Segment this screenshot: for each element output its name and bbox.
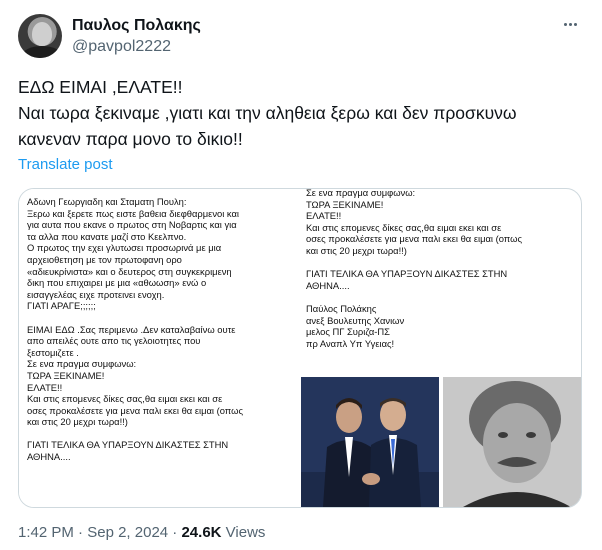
tweet-meta: 1:42 PM · Sep 2, 2024 · 24.6K Views: [18, 524, 265, 541]
document-line: εισαγγελέας ειχε προτεινει ενοχη.: [27, 288, 165, 300]
document-line: ΕΛΑΤΕ!!: [306, 210, 342, 222]
document-line: και στις 20 μεχρι τωρα!!): [306, 244, 407, 256]
document-line: Και στις επομενες δίκες σας,θα ειμαι εκε…: [306, 221, 502, 233]
document-line: αρχειοθετηση με τον πρωτοφανη ορο: [27, 253, 182, 265]
tweet-text: ΕΔΩ ΕΙΜΑΙ ,ΕΛΑΤΕ!! Ναι τωρα ξεκιναμε ,γι…: [18, 74, 588, 152]
tweet-line: ΕΔΩ ΕΙΜΑΙ ,ΕΛΑΤΕ!!: [18, 77, 183, 97]
left-document-text: Αδωνη Γεωργιαδη και Σταματη Πουλη: Ξερω κ…: [27, 196, 243, 463]
more-options-icon[interactable]: [558, 14, 582, 34]
document-line: ΓΙΑΤΙ ΤΕΛΙΚΑ ΘΑ ΥΠΑΡΞΟΥΝ ΔΙΚΑΣΤΕΣ ΣΤΗΝ: [27, 439, 229, 451]
right-document-text: Σε ενα πραγμα συμφωνω: ΤΩΡΑ ΞΕΚΙΝΑΜΕ! ΕΛΑΤ…: [306, 188, 522, 349]
views-count: 24.6K: [181, 524, 222, 541]
avatar-shoulders: [22, 46, 62, 58]
document-line: ΓΙΑΤΙ ΤΕΛΙΚΑ ΘΑ ΥΠΑΡΞΟΥΝ ΔΙΚΑΣΤΕΣ ΣΤΗΝ: [306, 268, 508, 280]
avatar-face: [32, 22, 52, 46]
photo-portrait-man: [443, 377, 581, 507]
document-line: ΤΩΡΑ ΞΕΚΙΝΑΜΕ!: [306, 198, 384, 210]
document-line: Ξερω και ξερετε πως ειστε βαθεια διεφθαρ…: [27, 207, 239, 219]
document-line: τα αλλα που κανατε μαζί στο Κεελπνο.: [27, 230, 187, 242]
document-line: ΑΘΗΝΑ....: [306, 279, 350, 291]
dot: [568, 22, 572, 26]
document-line: οσες προκαλέσετε για μενα παλι εκει θα ε…: [306, 233, 522, 245]
tweet-date[interactable]: Sep 2, 2024: [87, 524, 168, 541]
document-line: ΑΘΗΝΑ....: [27, 451, 71, 463]
media-grid[interactable]: Αδωνη Γεωργιαδη και Σταματη Πουλη: Ξερω κ…: [18, 188, 582, 508]
document-line: οσες προκαλέσετε για μενα παλι εκει θα ε…: [27, 404, 243, 416]
document-line: ΕΙΜΑΙ ΕΔΩ .Σας περιμενω .Δεν καταλαβαίνω…: [27, 323, 236, 335]
author-display-name[interactable]: Παυλος Πολακης: [72, 17, 201, 35]
document-line: ΕΛΑΤΕ!!: [27, 381, 63, 393]
document-line: ξεστομιζετε .: [27, 346, 79, 358]
photo-two-men-drawing: [301, 377, 439, 507]
photo-portrait-drawing: [443, 377, 581, 507]
views-label: Views: [225, 524, 266, 541]
document-line: Ο πρωτος την εχει γλυτωσει προσωρινά με …: [27, 242, 222, 254]
document-line: ανεξ Βουλευτης Χανιων: [306, 314, 405, 326]
dot: [563, 22, 567, 26]
document-line: δικη που επιχαιρει με μια «αθωωση» ενώ ο: [27, 277, 207, 289]
author-handle[interactable]: @pavpol2222: [72, 38, 171, 56]
document-line: ΓΙΑΤΙ ΑΡΑΓΕ;;;;;;: [27, 300, 96, 312]
document-line: για αυτα που εκανε ο πρωτος στη Νοβαρτις…: [27, 219, 237, 231]
media-image-right-document[interactable]: Σε ενα πραγμα συμφωνω: ΤΩΡΑ ΞΕΚΙΝΑΜΕ! ΕΛΑΤ…: [300, 189, 581, 507]
document-line: Παύλος Πολάκης: [306, 302, 377, 314]
tweet-time[interactable]: 1:42 PM: [18, 524, 74, 541]
media-image-left-document[interactable]: Αδωνη Γεωργιαδη και Σταματη Πουλη: Ξερω κ…: [19, 189, 298, 507]
document-line: μελος ΠΓ Συριζα-ΠΣ: [306, 326, 390, 338]
meta-separator: ·: [78, 524, 84, 541]
document-line: πρ Αναπλ Υπ Υγειας!: [306, 337, 395, 349]
document-line: Σε ενα πραγμα συμφωνω:: [306, 188, 416, 198]
dot: [573, 22, 577, 26]
photo-two-men-handshake: [301, 377, 439, 507]
document-line: Σε ενα πραγμα συμφωνω:: [27, 358, 137, 370]
meta-separator: ·: [172, 524, 178, 541]
avatar[interactable]: [18, 14, 62, 58]
document-line: Και στις επομενες δίκες σας,θα ειμαι εκε…: [27, 393, 223, 405]
tweet-line: κανεναν παρα μονο το δικιο!!: [18, 129, 243, 149]
document-line: Αδωνη Γεωργιαδη και Σταματη Πουλη:: [27, 196, 187, 207]
translate-post-link[interactable]: Translate post: [18, 156, 113, 173]
document-line: «αδιευκρίνιστα» και ο δευτερος στη συγκε…: [27, 265, 232, 277]
tweet-line: Ναι τωρα ξεκιναμε ,γιατι και την αληθεια…: [18, 103, 517, 123]
document-line: απο απειλές ουτε απο τις γελοιοτητες που: [27, 335, 201, 347]
document-line: ΤΩΡΑ ΞΕΚΙΝΑΜΕ!: [27, 369, 105, 381]
document-line: και στις 20 μεχρι τωρα!!): [27, 416, 128, 428]
